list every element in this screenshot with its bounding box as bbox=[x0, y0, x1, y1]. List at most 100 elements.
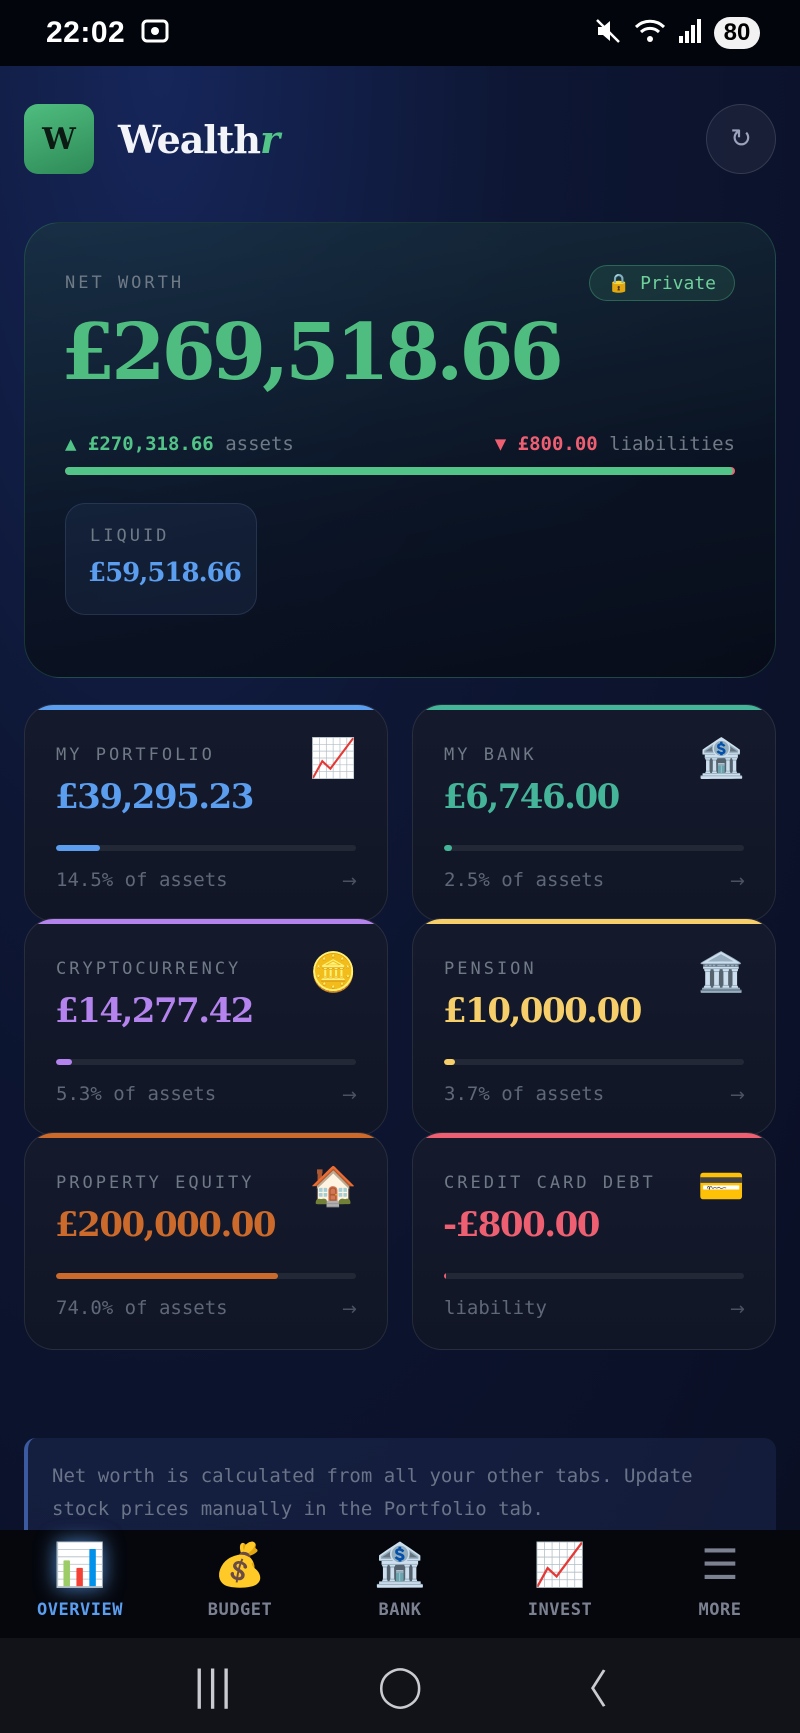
nav-invest[interactable]: 📈 INVEST bbox=[480, 1530, 640, 1638]
refresh-button[interactable]: ↻ bbox=[706, 104, 776, 174]
tile-share-fill bbox=[56, 1059, 72, 1065]
house-icon: 🏠 bbox=[309, 1164, 357, 1208]
tile-share-text: 5.3% of assets bbox=[56, 1083, 217, 1105]
recents-button[interactable]: ||| bbox=[192, 1663, 232, 1709]
battery-indicator: 80 bbox=[714, 17, 760, 49]
arrow-right-icon: → bbox=[729, 1085, 745, 1106]
nav-more[interactable]: ☰ MORE bbox=[640, 1530, 800, 1638]
money-bag-icon: 💰 bbox=[213, 1540, 267, 1589]
tile-share-text: 14.5% of assets bbox=[56, 869, 228, 891]
tile-value: £200,000.00 bbox=[55, 1205, 277, 1245]
app-logo: W bbox=[24, 104, 94, 174]
credit-card-icon: 💳 bbox=[697, 1164, 745, 1208]
liquid-card: LIQUID £59,518.66 bbox=[65, 503, 257, 615]
assets-liabilities-bar bbox=[65, 467, 735, 475]
tile-accent-line bbox=[25, 919, 387, 924]
bank-icon: 🏦 bbox=[373, 1540, 427, 1589]
assets-value: £270,318.66 bbox=[87, 433, 214, 455]
lock-icon: 🔒 bbox=[607, 272, 631, 294]
tile-accent-line bbox=[413, 705, 775, 710]
tile-accent-line bbox=[25, 705, 387, 710]
tile-label: PROPERTY EQUITY bbox=[56, 1173, 255, 1193]
arrow-right-icon: → bbox=[729, 1299, 745, 1320]
tile-share-text: liability bbox=[444, 1297, 547, 1319]
invest-chart-icon: 📈 bbox=[533, 1540, 587, 1589]
tile-share-text: 3.7% of assets bbox=[444, 1083, 605, 1105]
refresh-icon: ↻ bbox=[730, 124, 752, 154]
system-nav-bar: ||| ◯ 〈 bbox=[0, 1638, 800, 1733]
liabilities-summary: ▼ £800.00 liabilities bbox=[495, 433, 735, 455]
tile-crypto[interactable]: CRYPTOCURRENCY 🪙 £14,277.42 5.3% of assets → bbox=[24, 918, 388, 1136]
coin-icon: 🪙 bbox=[309, 950, 357, 994]
assets-bar-fill bbox=[65, 467, 733, 475]
logo-letter: W bbox=[42, 121, 76, 157]
net-worth-value: £269,518.66 bbox=[61, 307, 564, 398]
tile-share-fill bbox=[444, 1273, 446, 1279]
screenshot-icon bbox=[141, 18, 169, 48]
status-bar: 22:02 80 bbox=[0, 0, 800, 66]
tile-share-fill bbox=[56, 1273, 278, 1279]
assets-label: assets bbox=[225, 433, 294, 455]
assets-summary: ▲ £270,318.66 assets bbox=[65, 433, 294, 455]
tile-share-bar bbox=[444, 1273, 744, 1279]
tile-share-fill bbox=[56, 845, 100, 851]
menu-icon: ☰ bbox=[701, 1540, 739, 1589]
liabilities-value: £800.00 bbox=[517, 433, 598, 455]
arrow-right-icon: → bbox=[341, 1299, 357, 1320]
tile-portfolio[interactable]: MY PORTFOLIO 📈 £39,295.23 14.5% of assets → bbox=[24, 704, 388, 922]
nav-label: INVEST bbox=[527, 1600, 593, 1620]
app-screen: W Wealthr ↻ NET WORTH 🔒 Private £269,518… bbox=[0, 66, 800, 1530]
nav-budget[interactable]: 💰 BUDGET bbox=[160, 1530, 320, 1638]
nav-overview[interactable]: 📊 OVERVIEW bbox=[0, 1530, 160, 1638]
liquid-value: £59,518.66 bbox=[88, 558, 242, 588]
tile-credit-card[interactable]: CREDIT CARD DEBT 💳 -£800.00 liability → bbox=[412, 1132, 776, 1350]
tile-bank[interactable]: MY BANK 🏦 £6,746.00 2.5% of assets → bbox=[412, 704, 776, 922]
brand-name: Wealthr bbox=[118, 116, 280, 162]
tile-label: MY PORTFOLIO bbox=[56, 745, 215, 765]
private-badge[interactable]: 🔒 Private bbox=[588, 265, 735, 301]
nav-label: OVERVIEW bbox=[37, 1600, 123, 1620]
nav-label: BANK bbox=[378, 1600, 422, 1620]
nav-bank[interactable]: 🏦 BANK bbox=[320, 1530, 480, 1638]
arrow-right-icon: → bbox=[341, 871, 357, 892]
liabilities-arrow-icon: ▼ bbox=[494, 433, 507, 455]
back-button[interactable]: 〈 bbox=[568, 1657, 608, 1715]
tile-share-bar bbox=[56, 845, 356, 851]
nav-label: MORE bbox=[698, 1600, 742, 1620]
net-worth-breakdown: ▲ £270,318.66 assets ▼ £800.00 liabiliti… bbox=[65, 433, 735, 455]
tile-share-bar bbox=[56, 1059, 356, 1065]
tile-value: £39,295.23 bbox=[55, 777, 254, 817]
tile-accent-line bbox=[413, 1133, 775, 1138]
tile-value: £14,277.42 bbox=[55, 991, 254, 1031]
app-header: W Wealthr ↻ bbox=[24, 104, 776, 174]
tile-share-bar bbox=[56, 1273, 356, 1279]
tile-value: -£800.00 bbox=[443, 1205, 600, 1245]
pension-building-icon: 🏛️ bbox=[697, 950, 745, 994]
tile-share-fill bbox=[444, 1059, 456, 1065]
tile-share-fill bbox=[444, 845, 452, 851]
arrow-right-icon: → bbox=[341, 1085, 357, 1106]
wifi-icon bbox=[634, 18, 666, 48]
overview-chart-icon: 📊 bbox=[53, 1540, 107, 1589]
net-worth-card: NET WORTH 🔒 Private £269,518.66 ▲ £270,3… bbox=[24, 222, 776, 678]
tile-property[interactable]: PROPERTY EQUITY 🏠 £200,000.00 74.0% of asse… bbox=[24, 1132, 388, 1350]
tile-share-bar bbox=[444, 1059, 744, 1065]
tile-label: PENSION bbox=[444, 959, 537, 979]
home-button[interactable]: ◯ bbox=[378, 1663, 423, 1709]
tile-pension[interactable]: PENSION 🏛️ £10,000.00 3.7% of assets → bbox=[412, 918, 776, 1136]
info-note: Net worth is calculated from all your ot… bbox=[24, 1438, 776, 1530]
private-badge-label: Private bbox=[640, 272, 716, 294]
bottom-nav: 📊 OVERVIEW 💰 BUDGET 🏦 BANK 📈 INVEST ☰ MORE bbox=[0, 1530, 800, 1638]
tile-accent-line bbox=[25, 1133, 387, 1138]
liquid-label: LIQUID bbox=[90, 526, 170, 546]
bank-icon: 🏦 bbox=[697, 736, 745, 780]
status-time: 22:02 bbox=[46, 16, 126, 49]
nav-label: BUDGET bbox=[207, 1600, 273, 1620]
tile-value: £6,746.00 bbox=[443, 777, 620, 817]
tile-value: £10,000.00 bbox=[443, 991, 642, 1031]
tile-share-text: 74.0% of assets bbox=[56, 1297, 228, 1319]
brand-accent: r bbox=[260, 116, 280, 162]
mute-icon bbox=[594, 17, 622, 49]
signal-icon bbox=[678, 18, 702, 48]
tile-label: CRYPTOCURRENCY bbox=[56, 959, 242, 979]
